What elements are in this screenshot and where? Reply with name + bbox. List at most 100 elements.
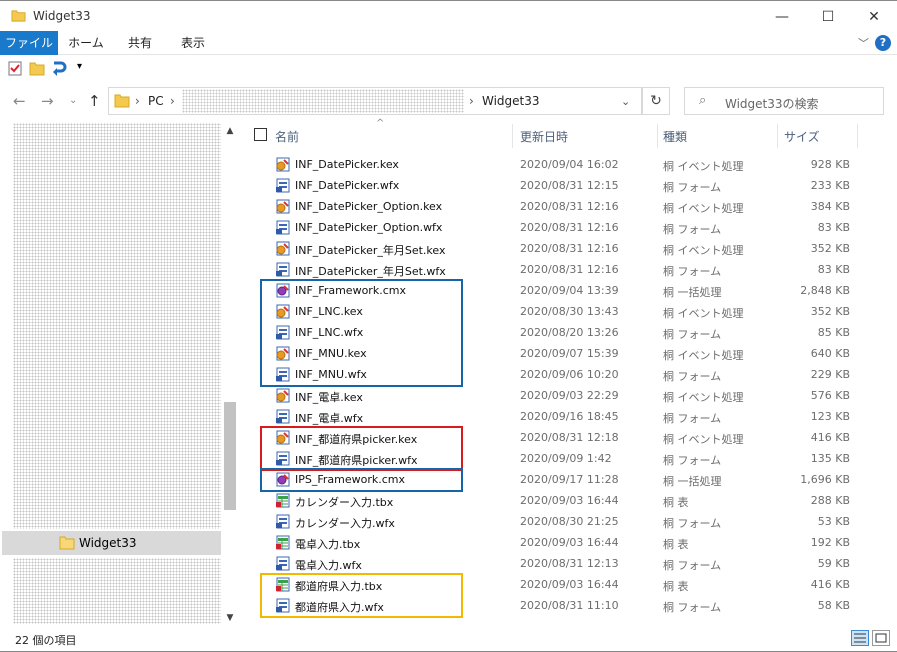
file-size: 53 KB — [817, 515, 850, 528]
column-name[interactable]: 名前 — [275, 128, 299, 145]
file-date: 2020/09/16 18:45 — [520, 410, 619, 423]
scroll-down-icon[interactable]: ▼ — [224, 613, 236, 623]
file-size: 192 KB — [810, 536, 850, 549]
file-date: 2020/08/31 12:15 — [520, 179, 619, 192]
file-name: INF_DatePicker.wfx — [295, 179, 400, 192]
highlight-box — [260, 279, 463, 387]
file-type: 桐 イベント処理 — [663, 391, 744, 404]
recent-locations-icon[interactable]: ⌄ — [69, 95, 77, 106]
file-row[interactable]: カレンダー入力.wfx 2020/08/30 21:25 桐 フォーム 53 KB — [241, 511, 861, 532]
nav-redacted-area — [13, 558, 221, 624]
file-row[interactable]: INF_DatePicker_年月Set.kex 2020/08/31 12:16… — [241, 238, 861, 259]
file-size: 2,848 KB — [800, 284, 850, 297]
file-date: 2020/09/09 1:42 — [520, 452, 612, 465]
file-type: 桐 フォーム — [663, 412, 722, 425]
wfx-icon — [275, 556, 291, 571]
file-date: 2020/09/03 22:29 — [520, 389, 619, 402]
file-type: 桐 イベント処理 — [663, 202, 744, 215]
file-name: INF_DatePicker.kex — [295, 158, 399, 171]
column-header: ^ 名前 更新日時 種類 サイズ — [241, 118, 861, 150]
nav-scrollbar[interactable]: ▲ ▼ — [222, 120, 238, 626]
breadcrumb-pc[interactable]: PC — [148, 94, 164, 108]
tab-file[interactable]: ファイル — [0, 31, 58, 55]
folder-icon — [11, 10, 26, 22]
search-input[interactable]: ⌕ Widget33の検索 — [684, 87, 884, 115]
file-size: 58 KB — [817, 599, 850, 612]
address-bar[interactable]: › PC › › Widget33 ⌄ — [108, 87, 642, 115]
tab-home[interactable]: ホーム — [63, 31, 109, 55]
undo-icon[interactable] — [51, 60, 67, 77]
item-count: 22 個の項目 — [15, 634, 77, 647]
file-type: 桐 イベント処理 — [663, 160, 744, 173]
ribbon-expand-icon[interactable]: ﹀ — [858, 35, 869, 51]
forward-icon[interactable]: → — [41, 92, 54, 110]
minimize-button[interactable]: — — [759, 1, 805, 32]
file-name: INF_DatePicker_年月Set.wfx — [295, 265, 446, 278]
refresh-button[interactable]: ↻ — [642, 87, 670, 115]
file-size: 928 KB — [810, 158, 850, 171]
file-type: 桐 表 — [663, 538, 689, 551]
file-size: 83 KB — [817, 221, 850, 234]
file-date: 2020/09/03 16:44 — [520, 494, 619, 507]
file-date: 2020/08/31 12:16 — [520, 242, 619, 255]
file-row[interactable]: INF_DatePicker.kex 2020/09/04 16:02 桐 イベント… — [241, 154, 861, 175]
file-row[interactable]: INF_DatePicker_Option.kex 2020/08/31 12:1… — [241, 196, 861, 217]
file-type: 桐 イベント処理 — [663, 433, 744, 446]
window-title: Widget33 — [33, 9, 91, 23]
file-date: 2020/09/04 13:39 — [520, 284, 619, 297]
new-folder-icon[interactable] — [29, 61, 45, 76]
file-row[interactable]: 電卓入力.wfx 2020/08/31 12:13 桐 フォーム 59 KB — [241, 553, 861, 574]
maximize-button[interactable]: ☐ — [805, 1, 851, 32]
file-name: INF_DatePicker_Option.kex — [295, 200, 443, 213]
address-dropdown-icon[interactable]: ⌄ — [621, 95, 630, 108]
file-date: 2020/08/20 13:26 — [520, 326, 619, 339]
column-date[interactable]: 更新日時 — [520, 128, 568, 145]
tab-view[interactable]: 表示 — [170, 31, 216, 55]
file-date: 2020/08/31 12:13 — [520, 557, 619, 570]
file-date: 2020/08/31 12:16 — [520, 221, 619, 234]
file-row[interactable]: INF_電卓.wfx 2020/09/16 18:45 桐 フォーム 123 KB — [241, 406, 861, 427]
file-row[interactable]: INF_DatePicker_Option.wfx 2020/08/31 12:1… — [241, 217, 861, 238]
file-row[interactable]: INF_DatePicker_年月Set.wfx 2020/08/31 12:16… — [241, 259, 861, 280]
file-date: 2020/09/07 15:39 — [520, 347, 619, 360]
file-date: 2020/08/31 12:16 — [520, 200, 619, 213]
details-view-icon[interactable] — [851, 630, 869, 646]
customize-toolbar-icon[interactable]: ▾ — [77, 61, 82, 72]
up-icon[interactable]: ↑ — [88, 92, 101, 110]
file-row[interactable]: INF_DatePicker.wfx 2020/08/31 12:15 桐 フォーム… — [241, 175, 861, 196]
scroll-up-icon[interactable]: ▲ — [224, 126, 236, 136]
file-row[interactable]: INF_電卓.kex 2020/09/03 22:29 桐 イベント処理 576 KB — [241, 385, 861, 406]
file-date: 2020/08/30 13:43 — [520, 305, 619, 318]
file-row[interactable]: 電卓入力.tbx 2020/09/03 16:44 桐 表 192 KB — [241, 532, 861, 553]
file-date: 2020/09/06 10:20 — [520, 368, 619, 381]
file-size: 83 KB — [817, 263, 850, 276]
properties-icon[interactable] — [8, 61, 22, 76]
file-type: 桐 イベント処理 — [663, 244, 744, 257]
column-size[interactable]: サイズ — [784, 128, 820, 145]
column-type[interactable]: 種類 — [663, 128, 687, 145]
select-all-checkbox[interactable] — [254, 128, 267, 141]
wfx-icon — [275, 409, 291, 424]
sort-ascending-icon: ^ — [376, 118, 385, 129]
large-icons-view-icon[interactable] — [872, 630, 890, 646]
tab-share[interactable]: 共有 — [117, 31, 163, 55]
scroll-thumb[interactable] — [224, 402, 236, 510]
back-icon[interactable]: ← — [13, 92, 26, 110]
file-type: 桐 フォーム — [663, 559, 722, 572]
file-name: 電卓入力.wfx — [295, 559, 362, 572]
ribbon-tabs: ファイル ホーム 共有 表示 ﹀ ? — [0, 31, 897, 55]
help-icon[interactable]: ? — [875, 35, 891, 51]
file-date: 2020/09/03 16:44 — [520, 578, 619, 591]
nav-item-widget33[interactable]: Widget33 — [2, 531, 221, 555]
file-row[interactable]: カレンダー入力.tbx 2020/09/03 16:44 桐 表 288 KB — [241, 490, 861, 511]
file-name: INF_電卓.wfx — [295, 412, 364, 425]
kex-icon — [275, 199, 291, 214]
file-type: 桐 表 — [663, 496, 689, 509]
navigation-bar: ← → ⌄ ↑ › PC › › Widget33 ⌄ ↻ ⌕ Widget33… — [0, 84, 897, 120]
file-type: 桐 フォーム — [663, 181, 722, 194]
breadcrumb-widget33[interactable]: Widget33 — [482, 94, 540, 108]
close-button[interactable]: ✕ — [851, 1, 897, 32]
file-type: 桐 フォーム — [663, 265, 722, 278]
file-size: 352 KB — [810, 305, 850, 318]
folder-icon — [114, 94, 130, 108]
